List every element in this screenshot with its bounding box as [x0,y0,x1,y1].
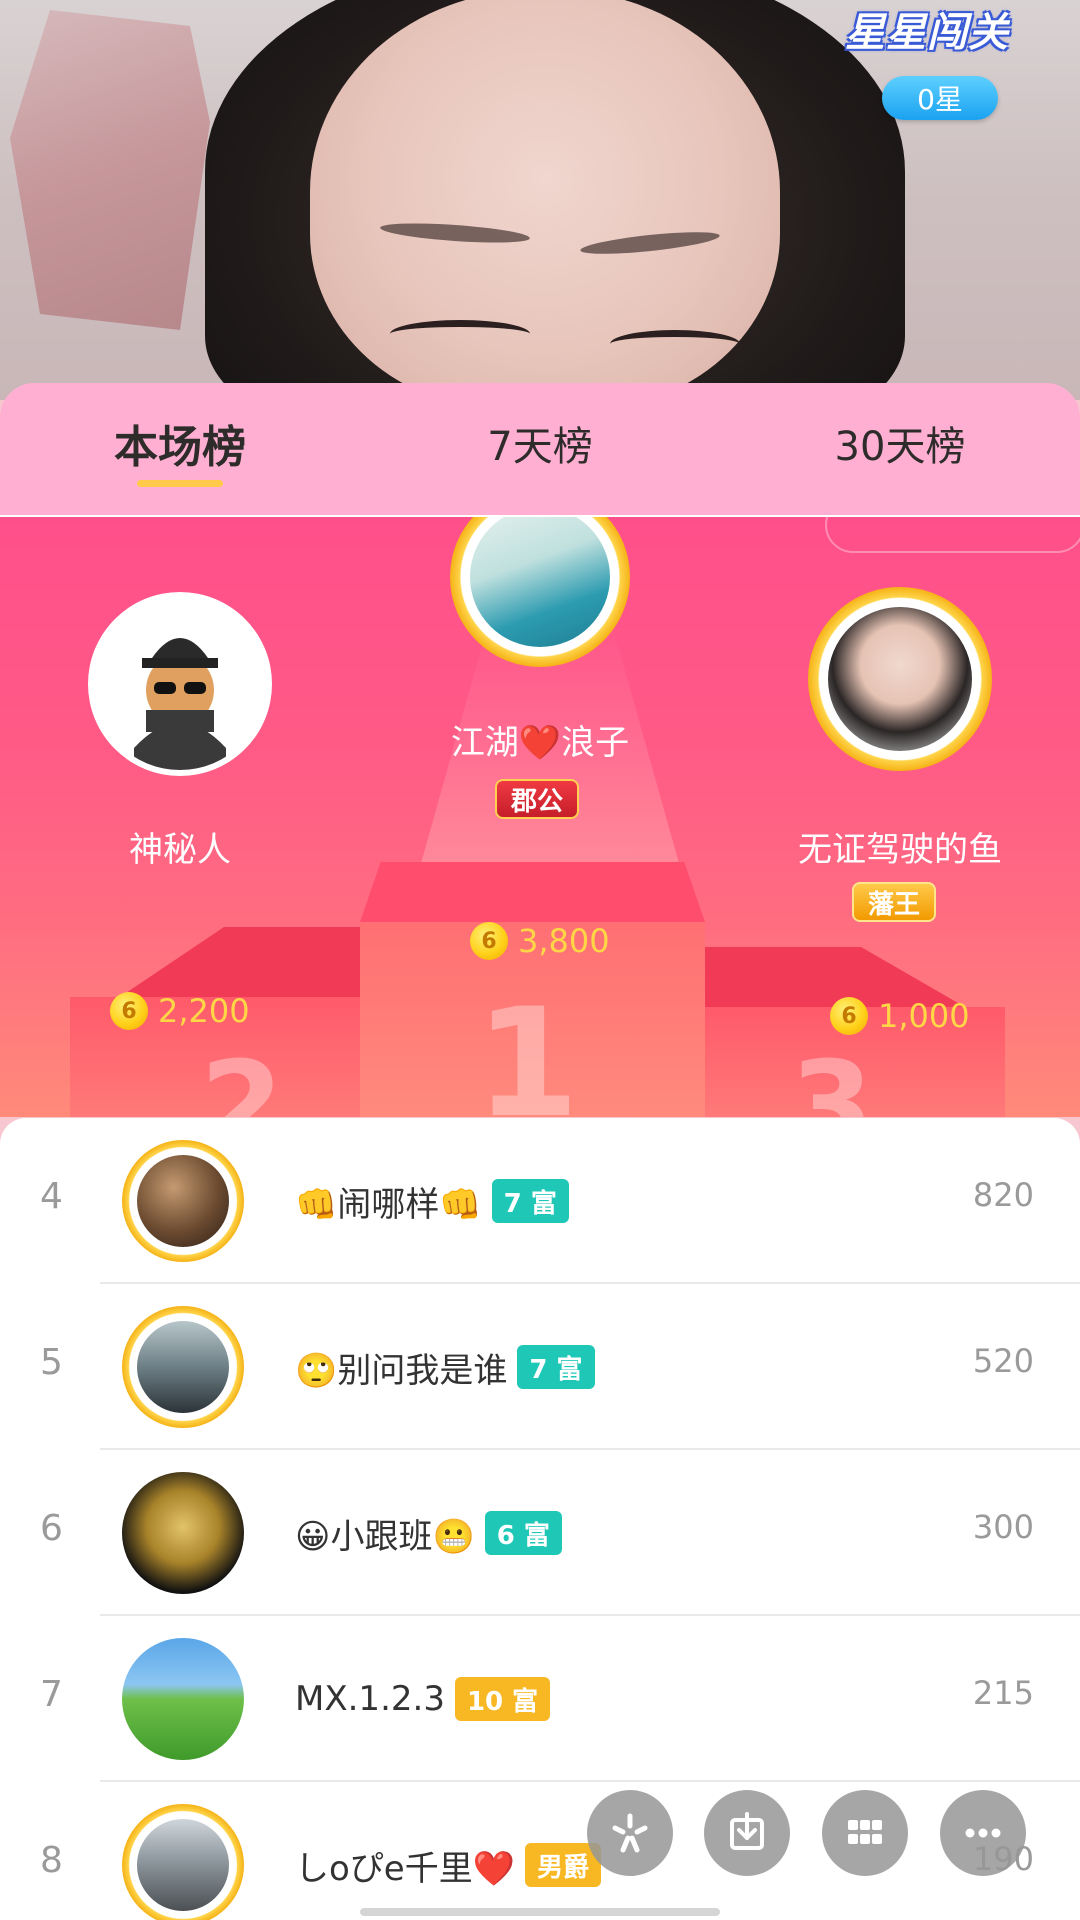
wealth-level-tag: 7 富 [517,1345,595,1389]
user-name: 🙄别问我是谁 [295,1350,508,1391]
user-name: MX.1.2.3 [295,1679,445,1719]
rank-number: 8 [40,1840,63,1881]
podium-number-3: 3 [790,1037,874,1117]
tab-7-days[interactable]: 7天榜 [460,413,620,473]
user-name: 😀小跟班😬 [295,1516,475,1557]
list-item[interactable]: 5 🙄别问我是谁 7 富 520 [0,1284,1080,1450]
sparkle-icon [612,1813,648,1853]
contribution-value: 820 [972,1176,1034,1214]
tab-this-show[interactable]: 本场榜 [100,413,260,473]
third-place-avatar[interactable] [808,587,992,771]
tab-30-days[interactable]: 30天榜 [820,413,980,473]
user-name-row: 😀小跟班😬 6 富 [295,1505,562,1561]
rank-number: 5 [40,1342,63,1383]
list-item[interactable]: 7 MX.1.2.3 10 富 215 [0,1616,1080,1782]
coin-icon: 6 [470,922,508,960]
user-name-row: 🙄别问我是谁 7 富 [295,1339,595,1395]
podium-number-2: 2 [200,1037,284,1117]
wealth-level-tag: 7 富 [491,1179,569,1223]
third-place-coins: 6 1,000 [830,997,970,1035]
user-name: 👊闹哪样👊 [295,1184,482,1225]
first-place-coins: 6 3,800 [470,922,610,960]
active-tab-indicator [137,480,223,487]
avatar[interactable] [122,1638,244,1760]
list-item[interactable]: 6 😀小跟班😬 6 富 300 [0,1450,1080,1616]
avatar[interactable] [122,1306,244,1428]
download-icon [730,1812,764,1850]
first-place-name[interactable]: 江湖❤️浪子 [420,715,660,764]
third-place-title-badge: 藩王 [852,882,937,922]
list-item[interactable]: 8 しoぴe千里❤️ 男爵 190 [0,1782,1080,1920]
coin-icon: 6 [830,997,868,1035]
podium-number-1: 1 [475,977,580,1117]
user-name-row: MX.1.2.3 10 富 [295,1671,551,1727]
user-name: しoぴe千里❤️ [295,1848,516,1889]
more-button[interactable] [940,1790,1026,1876]
grid-icon [848,1820,882,1844]
second-place-coins: 6 2,200 [110,992,250,1030]
user-name-row: しoぴe千里❤️ 男爵 [295,1837,602,1893]
avatar[interactable] [122,1140,244,1262]
wealth-level-tag: 6 富 [484,1511,562,1555]
avatar[interactable] [122,1804,244,1920]
second-place-avatar[interactable] [88,592,272,776]
star-count-pill[interactable]: 0星 [882,76,998,120]
second-place-name[interactable]: 神秘人 [80,822,280,871]
grid-button[interactable] [822,1790,908,1876]
avatar[interactable] [122,1472,244,1594]
coin-icon: 6 [110,992,148,1030]
home-indicator[interactable] [360,1908,720,1916]
user-name-row: 👊闹哪样👊 7 富 [295,1173,569,1229]
live-video [0,0,1080,400]
background-decoration [10,10,210,330]
sparkle-button[interactable] [587,1790,673,1876]
contribution-value: 300 [972,1508,1034,1546]
podium-section: 1 2 3 神秘人 6 2,200 江湖❤️浪子 郡公 6 3,800 无证驾驶… [0,517,1080,1117]
list-item[interactable]: 4 👊闹哪样👊 7 富 820 [0,1118,1080,1284]
contribution-value: 520 [972,1342,1034,1380]
first-place-title-badge: 郡公 [495,779,580,819]
download-button[interactable] [704,1790,790,1876]
mystery-person-icon [94,598,266,770]
rank-number: 7 [40,1674,63,1715]
wealth-level-tag: 10 富 [454,1677,551,1721]
more-icon [965,1828,1001,1838]
contribution-value: 215 [972,1674,1034,1712]
rank-number: 6 [40,1508,63,1549]
ranking-list: 4 👊闹哪样👊 7 富 820 5 🙄别问我是谁 7 富 520 6 😀小跟班😬… [0,1118,1080,1920]
rank-number: 4 [40,1176,63,1217]
star-challenge-badge[interactable]: 星星闯关 [845,0,1035,60]
third-place-name[interactable]: 无证驾驶的鱼 [780,822,1020,871]
ranking-tabs: 本场榜 7天榜 30天榜 [0,383,1080,517]
